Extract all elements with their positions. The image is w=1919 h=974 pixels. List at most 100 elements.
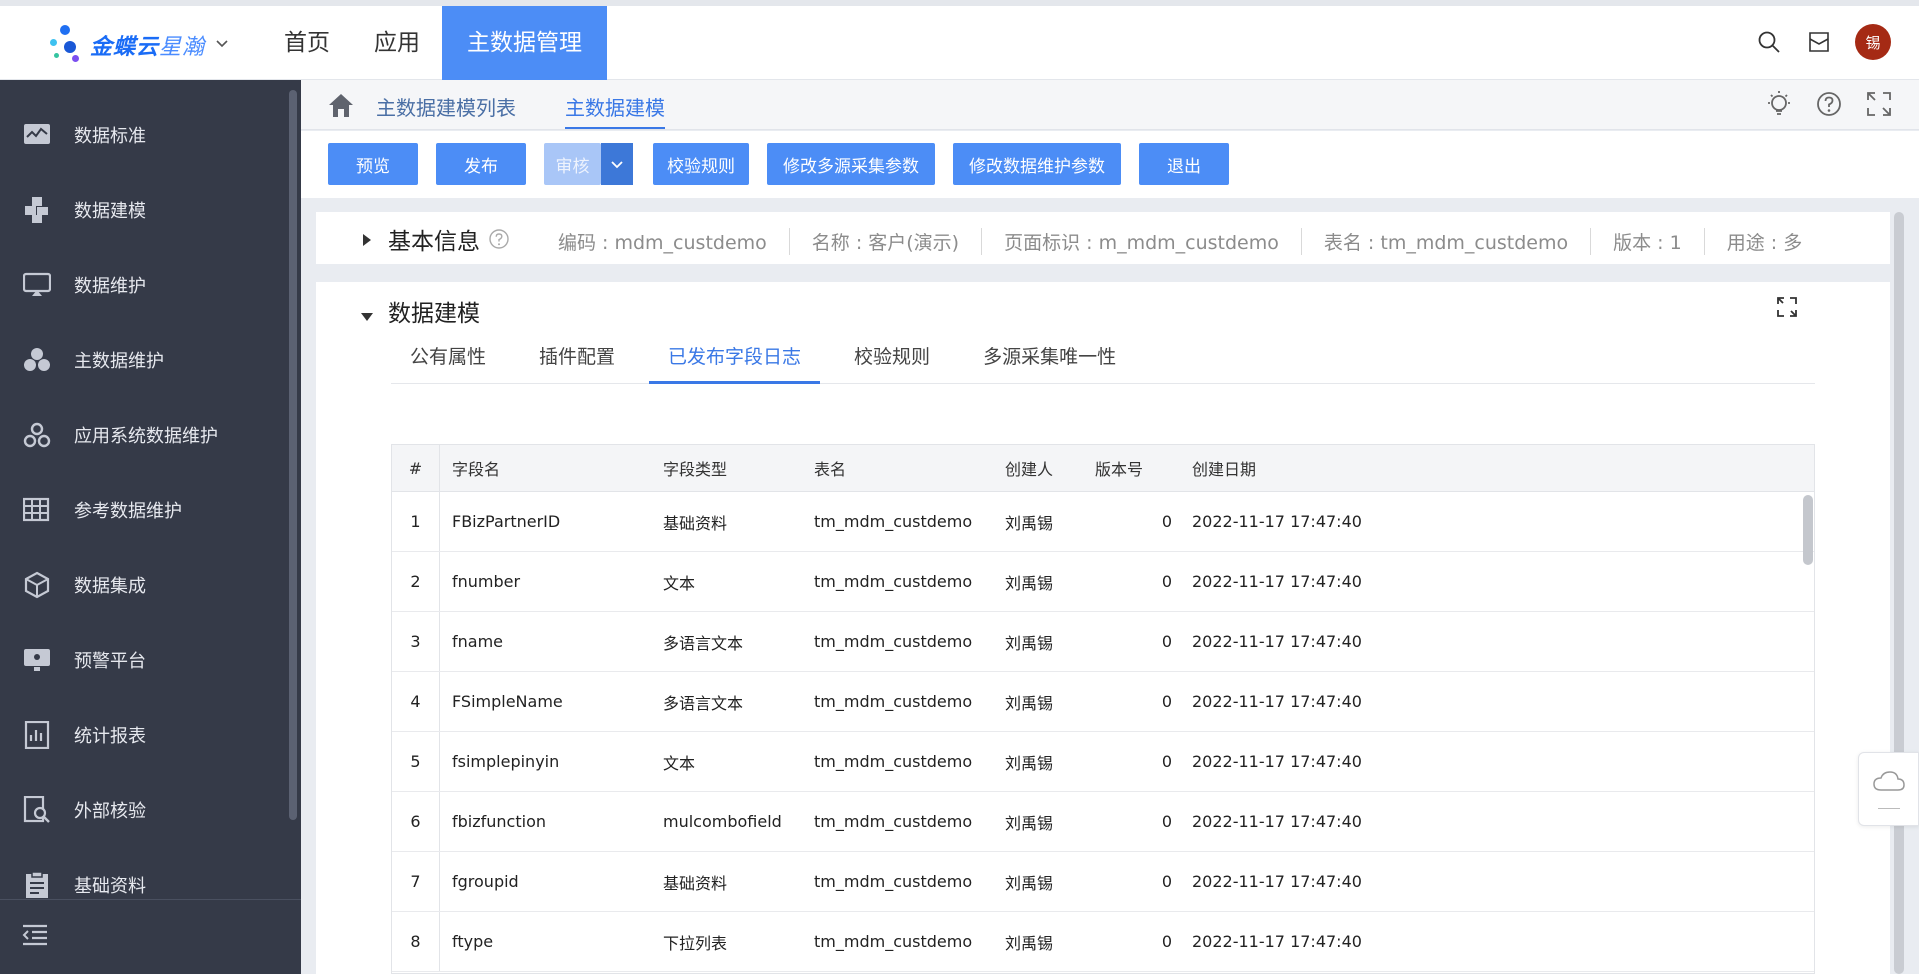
table-scrollbar[interactable] xyxy=(1803,495,1813,565)
edit-multi-source-button[interactable]: 修改多源采集参数 xyxy=(767,143,935,185)
help-icon[interactable] xyxy=(1815,90,1843,122)
breadcrumb-mdm-modeling[interactable]: 主数据建模 xyxy=(565,92,665,129)
brand-dropdown-icon[interactable] xyxy=(215,37,229,53)
cell-creator: 刘禹锡 xyxy=(1005,693,1054,713)
sidebar: 数据标准 数据建模 数据维护 主数据维护 应用系统数据维护 参考数据维护 数据集… xyxy=(0,80,301,974)
sidebar-item-label: 统计报表 xyxy=(74,725,146,747)
exit-button[interactable]: 退出 xyxy=(1139,143,1229,185)
meta-table-name: 表名 : tm_mdm_custdemo xyxy=(1300,228,1590,255)
sidebar-item-label: 外部核验 xyxy=(74,800,146,822)
expand-arrow-icon[interactable] xyxy=(362,232,372,251)
nav-mdm[interactable]: 主数据管理 xyxy=(442,6,607,80)
publish-button[interactable]: 发布 xyxy=(436,143,526,185)
sidebar-item-data-maintenance[interactable]: 数据维护 xyxy=(0,247,301,322)
sidebar-scrollbar[interactable] xyxy=(289,90,297,820)
clipboard-icon xyxy=(22,870,52,900)
header-table-name[interactable]: 表名 xyxy=(802,445,993,491)
table-icon xyxy=(22,495,52,525)
cell-creator: 刘禹锡 xyxy=(1005,633,1054,653)
breadcrumb-mdm-list[interactable]: 主数据建模列表 xyxy=(376,92,516,121)
sidebar-item-label: 参考数据维护 xyxy=(74,500,182,522)
cell-field-type: 基础资料 xyxy=(663,873,728,893)
table-row[interactable]: 7 fgroupid 基础资料 tm_mdm_custdemo 刘禹锡 0 2022-11-… xyxy=(392,852,1814,912)
monitor-chart-icon xyxy=(22,120,52,150)
sidebar-item-reference-data[interactable]: 参考数据维护 xyxy=(0,472,301,547)
content-scrollbar[interactable] xyxy=(1894,212,1904,974)
preview-button[interactable]: 预览 xyxy=(328,143,418,185)
top-bar: 金蝶云星瀚 首页 应用 主数据管理 锡 xyxy=(0,0,1919,80)
header-version[interactable]: 版本号 xyxy=(1083,445,1180,491)
mail-icon[interactable] xyxy=(1805,28,1833,56)
alert-screen-icon xyxy=(22,645,52,675)
cell-version: 0 xyxy=(1161,632,1172,651)
audit-dropdown-button[interactable] xyxy=(601,143,633,185)
cell-index: 4 xyxy=(392,672,440,731)
cell-creator: 刘禹锡 xyxy=(1005,513,1054,533)
top-right-tools: 锡 xyxy=(1755,24,1891,60)
sidebar-item-data-modeling[interactable]: 数据建模 xyxy=(0,172,301,247)
table-row[interactable]: 3 fname 多语言文本 tm_mdm_custdemo 刘禹锡 0 2022-11-17… xyxy=(392,612,1814,672)
sidebar-item-app-system-data[interactable]: 应用系统数据维护 xyxy=(0,397,301,472)
header-field-type[interactable]: 字段类型 xyxy=(651,445,802,491)
cell-creator: 刘禹锡 xyxy=(1005,933,1054,953)
lightbulb-icon[interactable] xyxy=(1765,90,1793,122)
collapse-arrow-icon[interactable] xyxy=(360,307,374,326)
header-index[interactable]: # xyxy=(392,445,440,491)
home-icon[interactable] xyxy=(327,92,355,122)
table-row[interactable]: 4 FSimpleName 多语言文本 tm_mdm_custdemo 刘禹锡 0 2022… xyxy=(392,672,1814,732)
info-help-icon[interactable] xyxy=(488,228,510,250)
cell-field-type: 多语言文本 xyxy=(663,633,744,653)
header-field-name[interactable]: 字段名 xyxy=(440,445,651,491)
meta-version: 版本 : 1 xyxy=(1590,228,1704,255)
cell-field-name: fsimplepinyin xyxy=(452,752,560,771)
cell-field-type: 基础资料 xyxy=(663,513,728,533)
tab-plugin-config[interactable]: 插件配置 xyxy=(520,334,634,384)
table-row[interactable]: 2 fnumber 文本 tm_mdm_custdemo 刘禹锡 0 2022-11-17 … xyxy=(392,552,1814,612)
sidebar-item-data-standard[interactable]: 数据标准 xyxy=(0,97,301,172)
audit-button[interactable]: 审核 xyxy=(544,143,601,185)
cell-index: 2 xyxy=(392,552,440,611)
cell-create-date: 2022-11-17 17:47:40 xyxy=(1192,872,1362,891)
header-create-date[interactable]: 创建日期 xyxy=(1180,445,1480,491)
sidebar-collapse-button[interactable] xyxy=(0,899,301,974)
basic-info-title[interactable]: 基本信息 xyxy=(388,222,510,256)
cell-create-date: 2022-11-17 17:47:40 xyxy=(1192,632,1362,651)
meta-page-id: 页面标识 : m_mdm_custdemo xyxy=(981,228,1301,255)
nav-home[interactable]: 首页 xyxy=(262,6,352,80)
nav-apps[interactable]: 应用 xyxy=(352,6,442,80)
check-rules-button[interactable]: 校验规则 xyxy=(653,143,749,185)
sidebar-item-label: 基础资料 xyxy=(74,875,146,897)
edit-maintenance-button[interactable]: 修改数据维护参数 xyxy=(953,143,1121,185)
gears-icon xyxy=(22,420,52,450)
tab-multi-source-uniqueness[interactable]: 多源采集唯一性 xyxy=(964,334,1135,384)
user-avatar[interactable]: 锡 xyxy=(1855,24,1891,60)
sidebar-item-label: 数据集成 xyxy=(74,575,146,597)
sidebar-item-master-data[interactable]: 主数据维护 xyxy=(0,322,301,397)
sidebar-item-external-check[interactable]: 外部核验 xyxy=(0,772,301,847)
table-row[interactable]: 8 ftype 下拉列表 tm_mdm_custdemo 刘禹锡 0 2022-11-17 … xyxy=(392,912,1814,972)
table-row[interactable]: 5 fsimplepinyin 文本 tm_mdm_custdemo 刘禹锡 0 2022-… xyxy=(392,732,1814,792)
cell-field-name: fname xyxy=(452,632,504,651)
cell-version: 0 xyxy=(1161,572,1172,591)
tab-published-field-log[interactable]: 已发布字段日志 xyxy=(649,334,821,384)
cell-table-name: tm_mdm_custdemo xyxy=(814,872,973,891)
cell-create-date: 2022-11-17 17:47:40 xyxy=(1192,932,1362,951)
tab-check-rules[interactable]: 校验规则 xyxy=(835,334,949,384)
chevron-down-icon xyxy=(610,155,624,174)
table-row[interactable]: 1 FBizPartnerID 基础资料 tm_mdm_custdemo 刘禹锡 0 202… xyxy=(392,492,1814,552)
collapse-menu-icon xyxy=(22,924,48,950)
fullscreen-icon[interactable] xyxy=(1865,90,1893,122)
sidebar-item-reports[interactable]: 统计报表 xyxy=(0,697,301,772)
floating-cloud-button[interactable] xyxy=(1858,752,1919,826)
panel-expand-icon[interactable] xyxy=(1776,296,1798,322)
tab-public-attributes[interactable]: 公有属性 xyxy=(391,334,505,384)
table-row[interactable]: 6 fbizfunction mulcombofield tm_mdm_custdem… xyxy=(392,792,1814,852)
cell-version: 0 xyxy=(1161,872,1172,891)
search-icon[interactable] xyxy=(1755,28,1783,56)
header-creator[interactable]: 创建人 xyxy=(993,445,1083,491)
brand-logo[interactable]: 金蝶云星瀚 xyxy=(50,20,229,70)
sidebar-item-data-integration[interactable]: 数据集成 xyxy=(0,547,301,622)
cell-index: 8 xyxy=(392,912,440,971)
sidebar-item-alert-platform[interactable]: 预警平台 xyxy=(0,622,301,697)
cell-create-date: 2022-11-17 17:47:40 xyxy=(1192,692,1362,711)
